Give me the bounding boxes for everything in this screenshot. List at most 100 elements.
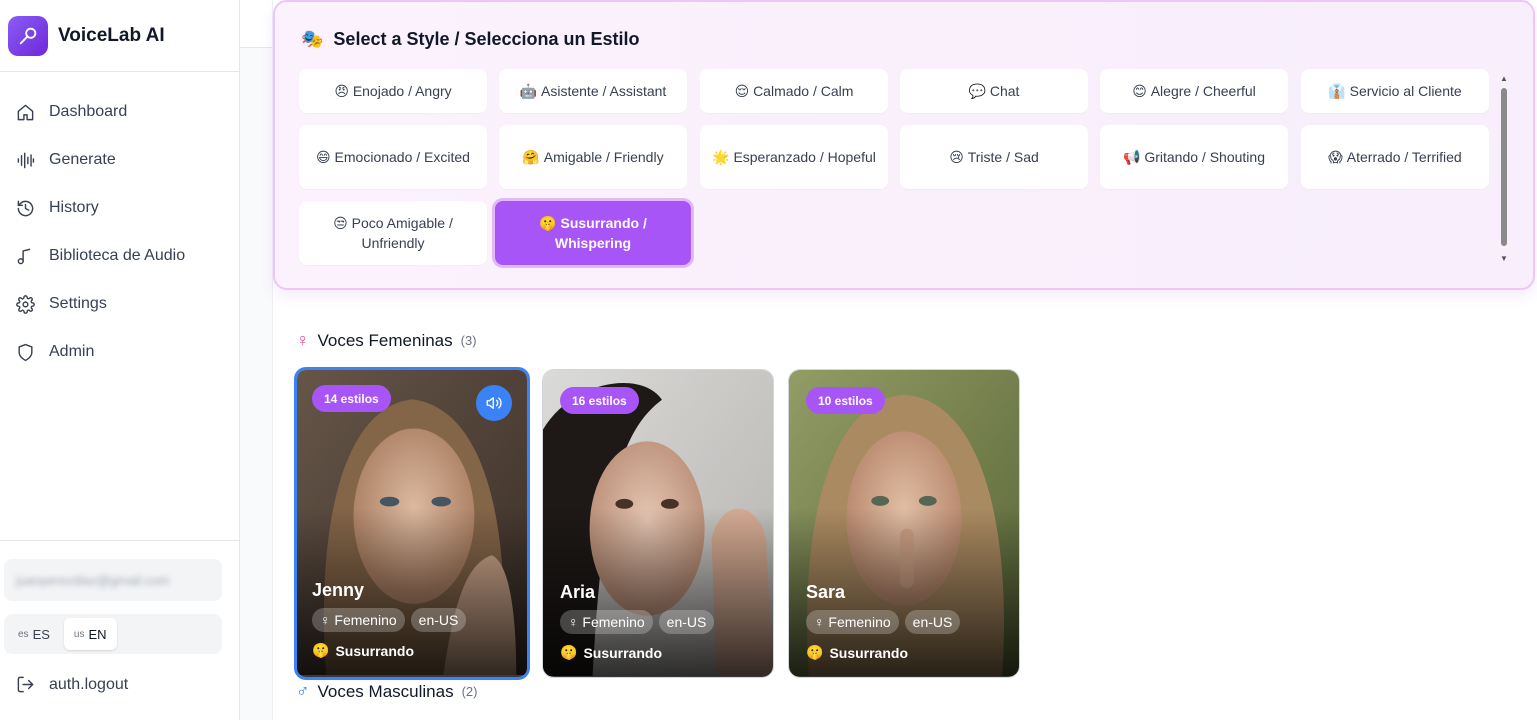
section-title: Voces Femeninas <box>317 330 453 350</box>
style-chip-calm[interactable]: 😌 Calmado / Calm <box>700 69 888 113</box>
gender-tag: ♀ Femenino <box>560 610 653 634</box>
play-preview-button[interactable] <box>476 385 512 421</box>
style-chip-label: Enojado / Angry <box>352 83 452 99</box>
sidebar-item-label: Dashboard <box>49 103 128 120</box>
language-en-button[interactable]: us EN <box>63 618 117 650</box>
sidebar-footer: juanperezdiaz@gmail.com es ES us EN auth… <box>0 540 240 720</box>
grinning-face-icon: 😄 <box>316 149 331 165</box>
scroll-thumb[interactable] <box>1501 88 1507 246</box>
sidebar-item-admin[interactable]: Admin <box>0 328 239 376</box>
style-chip-terrified[interactable]: 😱 Aterrado / Terrified <box>1301 125 1489 189</box>
locale-tag: en-US <box>904 610 961 634</box>
microphone-icon <box>8 15 48 56</box>
style-selector-panel: 🎭 Select a Style / Selecciona un Estilo … <box>273 0 1535 290</box>
style-chip-assistant[interactable]: 🤖 Asistente / Assistant <box>499 69 687 113</box>
music-note-icon <box>17 248 31 264</box>
style-chip-label: Triste / Sad <box>967 149 1039 165</box>
language-switcher: es ES us EN <box>4 614 222 654</box>
sidebar-item-settings[interactable]: Settings <box>0 280 239 328</box>
style-label: Susurrando <box>829 644 909 661</box>
shushing-face-icon: 🤫 <box>312 642 330 658</box>
history-icon <box>17 200 34 216</box>
style-chip-shouting[interactable]: 📢 Gritando / Shouting <box>1100 125 1288 189</box>
shushing-face-icon: 🤫 <box>806 644 824 660</box>
sidebar-item-dashboard[interactable]: Dashboard <box>0 88 239 136</box>
language-es-button[interactable]: es ES <box>8 618 60 650</box>
sidebar-item-label: History <box>49 199 99 216</box>
section-title: Voces Masculinas <box>317 681 454 701</box>
shushing-face-icon: 🤫 <box>539 215 557 231</box>
waveform-icon <box>17 152 35 168</box>
logout-icon <box>17 676 34 693</box>
sidebar-item-history[interactable]: History <box>0 184 239 232</box>
section-count: (3) <box>460 333 477 348</box>
voice-name: Sara <box>806 582 846 602</box>
voice-current-style: 🤫 Susurrando <box>806 644 908 661</box>
voice-tags: ♀ Femenino en-US <box>560 610 715 634</box>
speech-bubble-icon: 💬 <box>968 83 986 99</box>
style-chip-cheerful[interactable]: 😊 Alegre / Cheerful <box>1100 69 1288 113</box>
style-chip-angry[interactable]: 😠 Enojado / Angry <box>299 69 487 113</box>
locale-tag: en-US <box>410 608 467 632</box>
style-chip-label: Calmado / Calm <box>753 83 854 99</box>
sidebar-item-generate[interactable]: Generate <box>0 136 239 184</box>
style-chip-excited[interactable]: 😄 Emocionado / Excited <box>299 125 487 189</box>
logout-button[interactable]: auth.logout <box>16 675 128 694</box>
styles-count-badge: 10 estilos <box>806 387 885 414</box>
voice-card-jenny[interactable]: 14 estilos Jenny ♀ Femenino en-US 🤫 Susu… <box>294 367 530 680</box>
female-voices-heading: ♀ Voces Femeninas (3) <box>296 330 477 351</box>
female-symbol-icon: ♀ <box>296 330 310 350</box>
style-chip-label: Susurrando / Whispering <box>554 215 647 251</box>
smiling-face-icon: 😊 <box>1132 83 1147 99</box>
sidebar-item-label: Admin <box>49 343 95 360</box>
voice-current-style: 🤫 Susurrando <box>312 642 414 659</box>
voice-tags: ♀ Femenino en-US <box>806 610 961 634</box>
style-panel-scrollbar[interactable]: ▲ ▼ <box>1499 74 1509 264</box>
style-chip-label: Aterrado / Terrified <box>1346 149 1462 165</box>
app-name: VoiceLab AI <box>58 24 165 46</box>
style-chip-unfriendly[interactable]: 😒 Poco Amigable / Unfriendly <box>299 201 487 265</box>
gear-icon <box>16 294 35 314</box>
styles-count-badge: 14 estilos <box>312 385 391 412</box>
styles-count-badge: 16 estilos <box>560 387 639 414</box>
locale-tag: en-US <box>658 610 715 634</box>
voice-card-aria[interactable]: 16 estilos Aria ♀ Femenino en-US 🤫 Susur… <box>542 369 774 678</box>
sidebar-nav: Dashboard Generate History Biblioteca de… <box>0 72 239 376</box>
sidebar-item-label: Biblioteca de Audio <box>49 247 186 264</box>
style-chip-hopeful[interactable]: 🌟 Esperanzado / Hopeful <box>700 125 888 189</box>
screaming-face-icon: 😱 <box>1328 149 1343 165</box>
style-chip-customer-service[interactable]: 👔 Servicio al Cliente <box>1301 69 1489 113</box>
sidebar-item-audio-library[interactable]: Biblioteca de Audio <box>0 232 239 280</box>
style-chip-sad[interactable]: 😢 Triste / Sad <box>900 125 1088 189</box>
style-chip-label: Emocionado / Excited <box>334 149 470 165</box>
style-panel-heading: Select a Style / Selecciona un Estilo <box>333 29 640 49</box>
shield-icon <box>18 343 33 361</box>
style-chip-label: Asistente / Assistant <box>541 83 667 99</box>
theater-masks-icon: 🎭 <box>301 29 324 49</box>
unamused-face-icon: 😒 <box>333 215 348 231</box>
sidebar: VoiceLab AI Dashboard Generate History B… <box>0 0 240 720</box>
necktie-icon: 👔 <box>1328 83 1346 99</box>
brand[interactable]: VoiceLab AI <box>0 0 239 72</box>
male-voices-heading: ♂ Voces Masculinas (2) <box>296 681 477 702</box>
scroll-up-arrow-icon[interactable]: ▲ <box>1499 74 1509 84</box>
section-count: (2) <box>461 684 478 699</box>
user-email: juanperezdiaz@gmail.com <box>16 572 170 588</box>
style-chip-friendly[interactable]: 🤗 Amigable / Friendly <box>499 125 687 189</box>
style-chip-label: Poco Amigable / Unfriendly <box>351 215 453 251</box>
style-chip-whispering[interactable]: 🤫 Susurrando / Whispering <box>495 201 691 265</box>
male-symbol-icon: ♂ <box>296 681 310 701</box>
flag-es-icon: es <box>18 628 29 640</box>
language-label: EN <box>88 626 107 642</box>
style-chip-chat[interactable]: 💬 Chat <box>900 69 1088 113</box>
voice-card-sara[interactable]: 10 estilos Sara ♀ Femenino en-US 🤫 Susur… <box>788 369 1020 678</box>
relieved-face-icon: 😌 <box>734 83 750 99</box>
voice-tags: ♀ Femenino en-US <box>312 608 467 632</box>
voice-name: Jenny <box>312 580 365 600</box>
language-label: ES <box>32 626 50 642</box>
scroll-down-arrow-icon[interactable]: ▼ <box>1499 254 1509 264</box>
star-icon: 🌟 <box>712 149 730 165</box>
style-panel-title: 🎭 Select a Style / Selecciona un Estilo <box>301 29 640 50</box>
megaphone-icon: 📢 <box>1123 149 1141 165</box>
crying-face-icon: 😢 <box>949 149 964 165</box>
